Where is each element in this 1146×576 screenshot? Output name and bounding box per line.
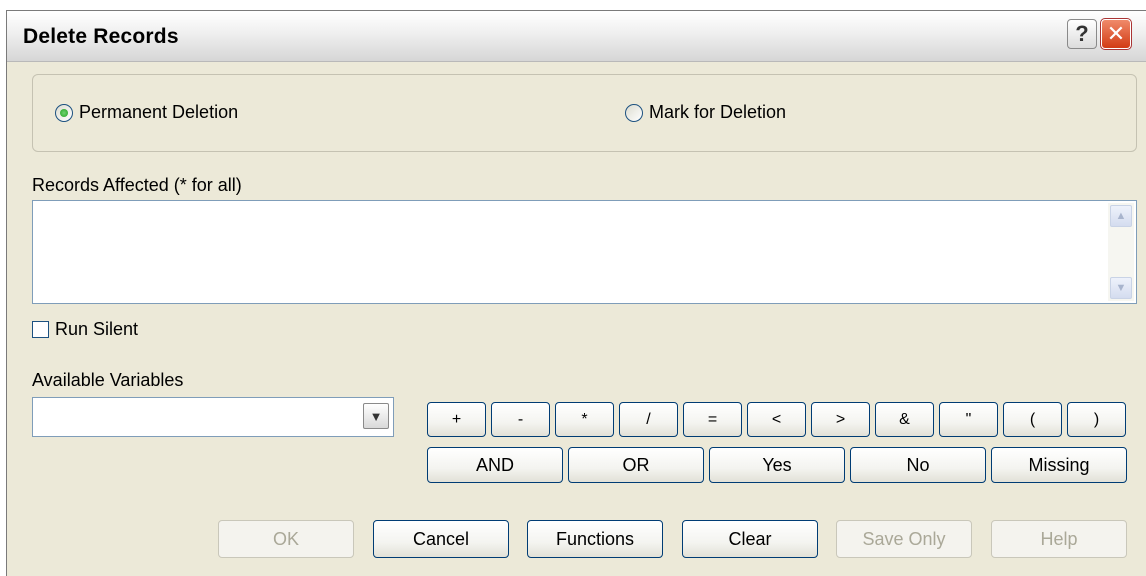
records-affected-input[interactable]: ▲ ▼	[32, 200, 1137, 304]
operator-quote-button[interactable]: "	[939, 402, 998, 437]
chevron-down-icon: ▼	[1115, 282, 1127, 294]
radio-permanent-deletion[interactable]: Permanent Deletion	[55, 102, 238, 123]
scroll-down-button[interactable]: ▼	[1110, 277, 1132, 299]
radio-button-selected[interactable]	[55, 103, 73, 122]
clear-button[interactable]: Clear	[682, 520, 818, 558]
scroll-up-button[interactable]: ▲	[1110, 205, 1132, 227]
available-variables-label: Available Variables	[32, 370, 184, 390]
operator-or-button[interactable]: OR	[568, 447, 704, 483]
title-bar: Delete Records ? ✕	[7, 11, 1146, 62]
operator-plus-button[interactable]: +	[427, 402, 486, 437]
dropdown-button[interactable]: ▼	[363, 403, 389, 429]
radio-label: Mark for Deletion	[649, 102, 787, 122]
operator-greater-than-button[interactable]: >	[811, 402, 870, 437]
dialog-title: Delete Records	[23, 25, 179, 48]
operator-equals-button[interactable]: =	[683, 402, 742, 437]
operator-less-than-button[interactable]: <	[747, 402, 806, 437]
ok-button[interactable]: OK	[218, 520, 354, 558]
help-button[interactable]: Help	[991, 520, 1127, 558]
chevron-up-icon: ▲	[1115, 210, 1127, 222]
operator-missing-button[interactable]: Missing	[991, 447, 1127, 483]
deletion-mode-group: Permanent Deletion Mark for Deletion	[32, 74, 1137, 152]
radio-selected-dot	[60, 108, 68, 117]
close-button[interactable]: ✕	[1100, 18, 1132, 50]
run-silent-checkbox-row[interactable]: Run Silent	[32, 319, 138, 340]
cancel-button[interactable]: Cancel	[373, 520, 509, 558]
radio-button[interactable]	[625, 103, 643, 122]
operator-divide-button[interactable]: /	[619, 402, 678, 437]
records-affected-label: Records Affected (* for all)	[32, 175, 242, 195]
operator-yes-button[interactable]: Yes	[709, 447, 845, 483]
question-icon: ?	[1075, 21, 1089, 46]
operator-no-button[interactable]: No	[850, 447, 986, 483]
operator-and-button[interactable]: AND	[427, 447, 563, 483]
available-variables-select[interactable]: ▼	[32, 397, 394, 437]
save-only-button[interactable]: Save Only	[836, 520, 972, 558]
operator-open-paren-button[interactable]: (	[1003, 402, 1062, 437]
run-silent-label: Run Silent	[55, 319, 139, 339]
close-icon: ✕	[1106, 21, 1126, 46]
help-title-button[interactable]: ?	[1067, 19, 1097, 49]
vertical-scrollbar[interactable]: ▲ ▼	[1108, 203, 1134, 301]
chevron-down-icon: ▼	[369, 408, 383, 424]
operator-multiply-button[interactable]: *	[555, 402, 614, 437]
delete-records-dialog: Delete Records ? ✕ Permanent Deletion Ma…	[6, 10, 1146, 576]
radio-mark-for-deletion[interactable]: Mark for Deletion	[625, 102, 786, 123]
operator-minus-button[interactable]: -	[491, 402, 550, 437]
operator-close-paren-button[interactable]: )	[1067, 402, 1126, 437]
functions-button[interactable]: Functions	[527, 520, 663, 558]
radio-label: Permanent Deletion	[79, 102, 239, 122]
run-silent-checkbox[interactable]	[32, 321, 49, 338]
operator-ampersand-button[interactable]: &	[875, 402, 934, 437]
